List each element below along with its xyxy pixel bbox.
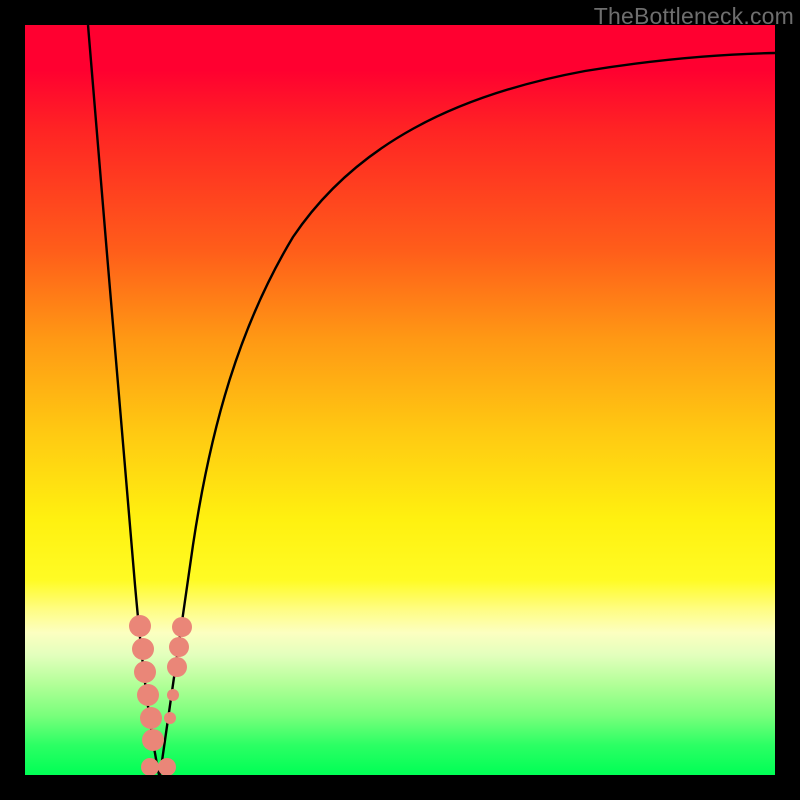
- marker-dot: [158, 758, 176, 775]
- plot-area: [25, 25, 775, 775]
- marker-dot: [167, 689, 179, 701]
- chart-frame: TheBottleneck.com: [0, 0, 800, 800]
- marker-dot: [172, 617, 192, 637]
- marker-dot: [129, 615, 151, 637]
- curve-layer: [25, 25, 775, 775]
- marker-dot: [169, 637, 189, 657]
- marker-dot: [132, 638, 154, 660]
- marker-cluster: [129, 615, 192, 775]
- curve-right-branch: [160, 53, 775, 775]
- marker-dot: [167, 657, 187, 677]
- marker-dot: [137, 684, 159, 706]
- marker-dot: [142, 729, 164, 751]
- marker-dot: [164, 712, 176, 724]
- marker-dot: [140, 707, 162, 729]
- marker-dot: [134, 661, 156, 683]
